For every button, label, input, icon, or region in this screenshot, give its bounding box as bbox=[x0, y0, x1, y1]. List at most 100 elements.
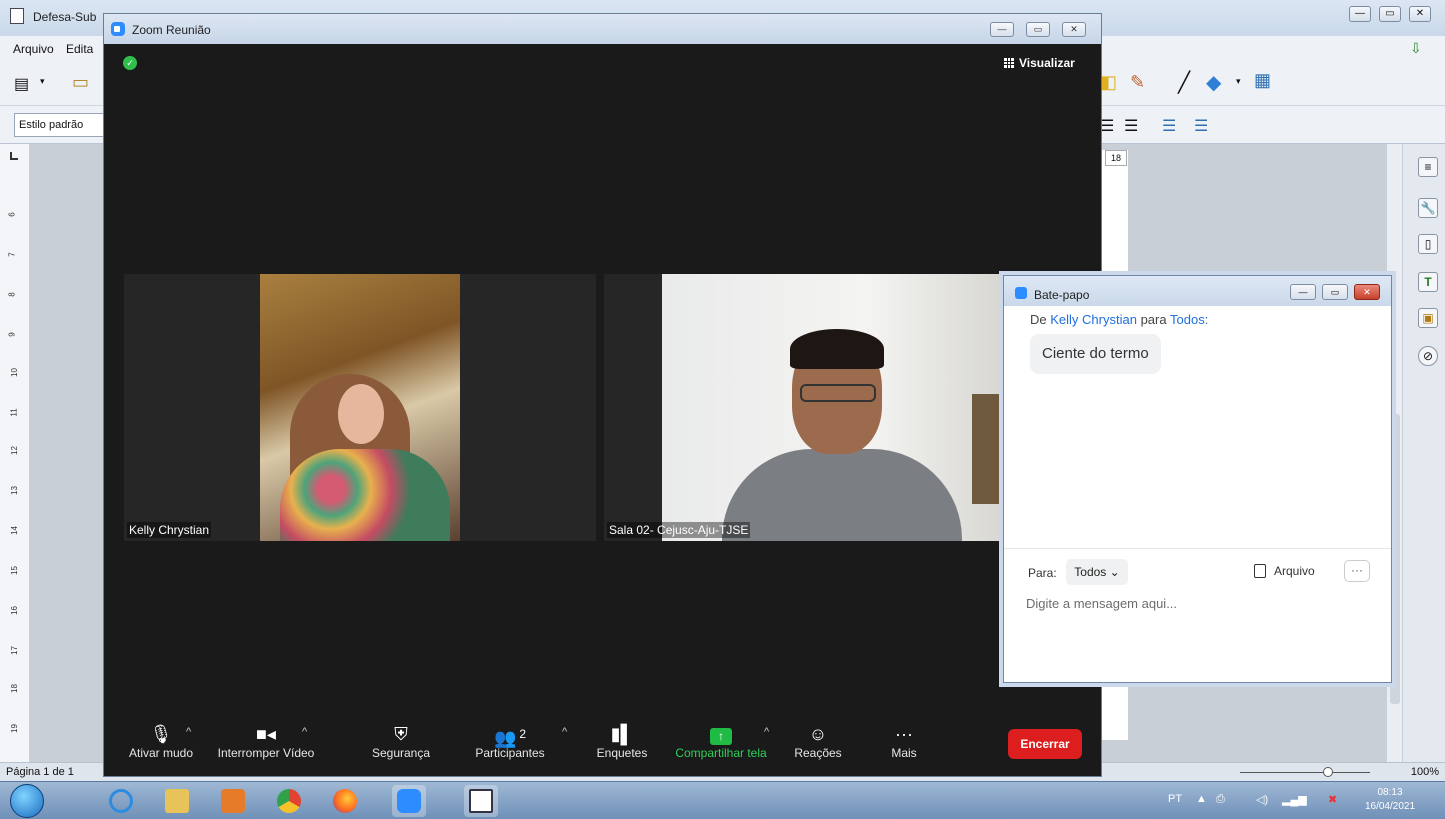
participants-options-chevron-icon[interactable]: ^ bbox=[562, 726, 567, 738]
restore-button[interactable]: ▭ bbox=[1379, 6, 1401, 22]
wall-frame bbox=[972, 394, 1002, 504]
view-label: Visualizar bbox=[1019, 56, 1075, 70]
zoom-app-icon[interactable] bbox=[392, 785, 426, 817]
indent-icon[interactable]: ☰ bbox=[1162, 116, 1176, 136]
recipient-select[interactable]: Todos ⌄ bbox=[1066, 559, 1128, 585]
grid-icon[interactable]: ▦ bbox=[1254, 70, 1271, 91]
message-header: De Kelly Chrystian para Todos: bbox=[1030, 312, 1208, 327]
view-button[interactable]: Visualizar bbox=[1004, 56, 1075, 70]
participant-name: Sala 02- Cejusc-Aju-TJSE bbox=[607, 522, 751, 538]
line-icon[interactable]: ╱ bbox=[1178, 70, 1190, 95]
firefox-icon[interactable] bbox=[328, 785, 362, 817]
outdent-icon[interactable]: ☰ bbox=[1194, 116, 1208, 136]
security-shield-icon[interactable]: ✓ bbox=[123, 56, 137, 70]
sidebar-menu-icon[interactable]: ≡ bbox=[1418, 157, 1438, 177]
security-label: Segurança bbox=[371, 746, 431, 760]
more-dots-icon: ··· bbox=[895, 724, 913, 744]
stop-video-button[interactable]: ■◂ ^ Interromper Vídeo bbox=[210, 722, 322, 760]
ruler-mark: 12 bbox=[9, 446, 19, 455]
file-explorer-icon[interactable] bbox=[160, 785, 194, 817]
zoom-minimize-button[interactable]: — bbox=[990, 22, 1014, 37]
open-folder-icon[interactable]: ▭ bbox=[72, 72, 89, 93]
chat-window: Bate-papo — ▭ ✕ De Kelly Chrystian para … bbox=[1003, 275, 1392, 683]
share-screen-icon: ↑ bbox=[710, 728, 732, 745]
video-label: Interromper Vídeo bbox=[217, 746, 315, 760]
gallery-icon[interactable]: ▣ bbox=[1418, 308, 1438, 328]
tab-stop-icon[interactable] bbox=[10, 152, 18, 160]
new-document-icon[interactable]: ▤ bbox=[14, 74, 29, 94]
security-button[interactable]: ⛨ Segurança bbox=[366, 722, 436, 760]
shape-dropdown-icon[interactable]: ▾ bbox=[1236, 76, 1241, 87]
ie-icon[interactable] bbox=[104, 785, 138, 817]
zoom-titlebar: Zoom Reunião — ▭ ✕ bbox=[104, 14, 1101, 44]
file-icon bbox=[1254, 564, 1266, 578]
printer-icon[interactable]: ⎙ bbox=[1216, 793, 1225, 806]
chat-minimize-button[interactable]: — bbox=[1290, 284, 1316, 300]
signal-icon[interactable]: ▂▄▆ bbox=[1282, 793, 1307, 806]
participant-video bbox=[260, 274, 460, 541]
note-icon[interactable]: ◧ bbox=[1100, 72, 1117, 93]
page-icon[interactable]: ▯ bbox=[1418, 234, 1438, 254]
menu-editar[interactable]: Edita bbox=[66, 42, 93, 56]
share-label: Compartilhar tela bbox=[675, 746, 767, 760]
zoom-slider-knob[interactable] bbox=[1323, 767, 1333, 777]
ruler-mark: 11 bbox=[9, 408, 19, 417]
clock[interactable]: 08:13 16/04/2021 bbox=[1360, 786, 1420, 814]
chat-more-button[interactable]: ··· bbox=[1344, 560, 1370, 582]
more-button[interactable]: ··· Mais bbox=[882, 722, 926, 760]
zoom-window-title: Zoom Reunião bbox=[132, 23, 211, 37]
network-alert-icon[interactable]: ✖ bbox=[1328, 793, 1337, 806]
justify-icon[interactable]: ☰ bbox=[1124, 116, 1138, 136]
media-player-icon[interactable] bbox=[216, 785, 250, 817]
paragraph-style-select[interactable]: Estilo padrão bbox=[14, 113, 110, 137]
share-screen-button[interactable]: ↑ ^ Compartilhar tela bbox=[670, 722, 772, 760]
edit-icon[interactable]: ✎ bbox=[1130, 72, 1145, 93]
navigator-icon[interactable]: ⊘ bbox=[1418, 346, 1438, 366]
message-recipient[interactable]: Todos: bbox=[1170, 312, 1208, 327]
chat-title: Bate-papo bbox=[1034, 288, 1090, 302]
participant-video bbox=[662, 274, 1002, 541]
participant-hair bbox=[790, 329, 884, 369]
mute-label: Ativar mudo bbox=[128, 746, 194, 760]
video-tile[interactable]: Sala 02- Cejusc-Aju-TJSE bbox=[604, 274, 1002, 541]
file-label: Arquivo bbox=[1274, 564, 1315, 578]
video-tile[interactable]: Kelly Chrystian bbox=[124, 274, 596, 541]
audio-options-chevron-icon[interactable]: ^ bbox=[186, 726, 191, 738]
volume-icon[interactable]: ◁) bbox=[1256, 793, 1268, 806]
chat-message-input[interactable] bbox=[1026, 591, 1366, 615]
language-indicator[interactable]: PT bbox=[1168, 793, 1182, 805]
vertical-ruler: 6 7 8 9 10 11 12 13 14 15 16 17 18 19 bbox=[0, 144, 30, 762]
ruler-mark: 16 bbox=[9, 606, 19, 615]
file-button[interactable]: Arquivo bbox=[1254, 564, 1315, 578]
download-icon[interactable]: ⇩ bbox=[1410, 40, 1422, 57]
video-options-chevron-icon[interactable]: ^ bbox=[302, 726, 307, 738]
wrench-icon[interactable]: 🔧 bbox=[1418, 198, 1438, 218]
styles-icon[interactable]: T bbox=[1418, 272, 1438, 292]
minimize-button[interactable]: — bbox=[1349, 6, 1371, 22]
participant-shirt bbox=[280, 449, 450, 541]
chrome-icon[interactable] bbox=[272, 785, 306, 817]
dropdown-icon[interactable]: ▾ bbox=[40, 76, 45, 87]
writer-app-icon[interactable] bbox=[464, 785, 498, 817]
shape-icon[interactable]: ◆ bbox=[1206, 70, 1221, 95]
align-icon[interactable]: ☰ bbox=[1100, 116, 1114, 136]
zoom-slider[interactable] bbox=[1240, 772, 1370, 773]
message-sender[interactable]: Kelly Chrystian bbox=[1050, 312, 1137, 327]
chat-message: Ciente do termo bbox=[1030, 334, 1161, 374]
zoom-close-button[interactable]: ✕ bbox=[1062, 22, 1086, 37]
mute-button[interactable]: 🎙 ^ Ativar mudo bbox=[118, 722, 204, 760]
end-meeting-button[interactable]: Encerrar bbox=[1008, 729, 1082, 759]
tray-expand-icon[interactable]: ▲ bbox=[1196, 793, 1207, 805]
share-options-chevron-icon[interactable]: ^ bbox=[764, 726, 769, 738]
close-button[interactable]: ✕ bbox=[1409, 6, 1431, 22]
zoom-level: 100% bbox=[1410, 766, 1439, 778]
zoom-maximize-button[interactable]: ▭ bbox=[1026, 22, 1050, 37]
reactions-button[interactable]: ☺ Reações bbox=[792, 722, 844, 760]
start-button[interactable] bbox=[10, 784, 44, 818]
polls-button[interactable]: ▮▌ Enquetes bbox=[592, 722, 652, 760]
menu-arquivo[interactable]: Arquivo bbox=[13, 42, 54, 56]
chat-close-button[interactable]: ✕ bbox=[1354, 284, 1380, 300]
document-icon bbox=[10, 8, 24, 24]
participants-button[interactable]: 👥 2 ^ Participantes bbox=[470, 722, 567, 760]
chat-maximize-button[interactable]: ▭ bbox=[1322, 284, 1348, 300]
